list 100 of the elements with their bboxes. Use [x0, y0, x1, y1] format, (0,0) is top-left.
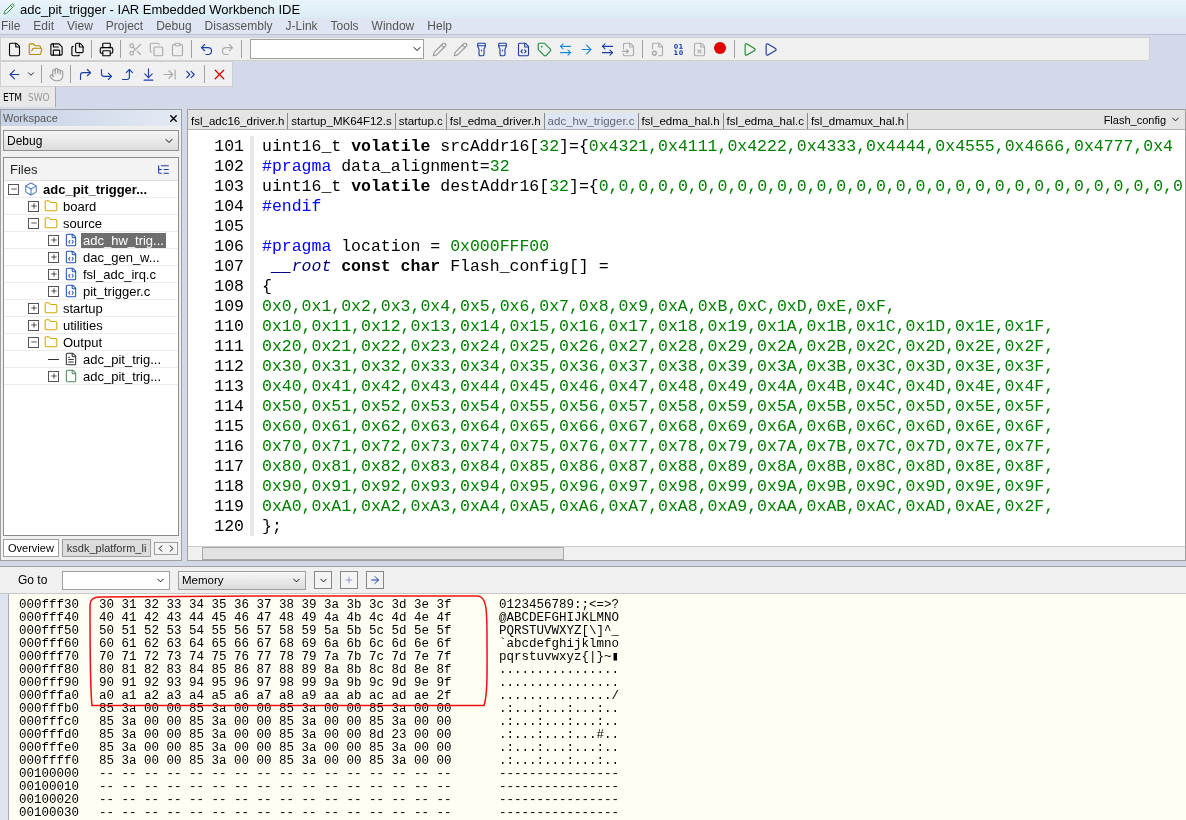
file-tab[interactable]: fsl_adc16_driver.h — [188, 113, 289, 129]
line-number: 116 — [213, 436, 245, 456]
line-number: 118 — [213, 476, 245, 496]
file-tab[interactable]: startup_MK64F12.s — [288, 113, 396, 129]
file-icon — [63, 249, 78, 265]
tree-item[interactable]: utilities — [61, 317, 105, 333]
collapse-icon[interactable] — [28, 336, 39, 348]
goto-field[interactable] — [62, 570, 170, 590]
tab-scroll-arrows[interactable] — [154, 541, 179, 555]
menu-item[interactable]: Project — [104, 19, 152, 33]
app-icon — [2, 2, 16, 16]
code-line: 0x50,0x51,0x52,0x53,0x54,0x55,0x56,0x57,0x58,0x59,0x5A,0x5B,0x5C,0x5D,0x5E,0x5F, — [262, 396, 1055, 416]
tree-item[interactable]: adc_pit_trigger... — [41, 181, 150, 197]
code-line: }; — [262, 516, 282, 536]
memory-zone-select[interactable]: Memory — [178, 570, 306, 590]
folder-icon — [43, 300, 58, 316]
scrollbar-thumb[interactable] — [202, 547, 564, 560]
file-tab[interactable]: startup.c — [395, 113, 447, 129]
code-line: { — [262, 276, 272, 296]
search-combobox[interactable] — [250, 39, 424, 59]
expand-icon[interactable] — [48, 251, 59, 263]
folder-icon — [43, 215, 58, 231]
menu-item[interactable]: Edit — [32, 19, 63, 33]
menu-item[interactable]: File — [0, 19, 29, 33]
tree-item[interactable]: source — [61, 215, 105, 231]
memory-ascii: `abcdefghijklmno — [499, 638, 620, 651]
memory-ascii: .:...:...:...#.. — [499, 729, 620, 742]
close-icon[interactable] — [167, 112, 179, 124]
workspace-tab[interactable]: ksdk_platform_li — [61, 539, 152, 557]
menu-item[interactable]: View — [66, 19, 101, 33]
memory-address: 000fffb0 — [19, 703, 80, 716]
printer-icon[interactable] — [97, 40, 115, 58]
memory-ascii: .............../ — [499, 690, 620, 703]
file-icon — [63, 232, 78, 248]
trace-tab[interactable]: ETM — [0, 91, 25, 103]
menu-item[interactable]: Disassembly — [203, 19, 281, 33]
menu-item[interactable]: Help — [426, 19, 460, 33]
pane-title: Workspace — [3, 112, 58, 124]
expand-icon[interactable] — [28, 200, 39, 212]
file-tab[interactable]: fsl_edma_driver.h — [446, 113, 545, 129]
line-number: 111 — [213, 336, 245, 356]
tree-item[interactable]: board — [61, 198, 99, 214]
file-icon — [63, 283, 78, 299]
file-tab[interactable]: adc_hw_trigger.c — [544, 113, 639, 129]
tag-icon[interactable] — [535, 40, 553, 58]
code-line: 0x0,0x1,0x2,0x3,0x4,0x5,0x6,0x7,0x8,0x9,0xA,0xB,0xC,0xD,0xE,0xF, — [262, 296, 896, 316]
dropdown-button[interactable] — [314, 571, 332, 589]
menu-item[interactable]: Tools — [329, 19, 367, 33]
memory-bytes: 30 31 32 33 34 35 36 37 38 39 3a 3b 3c 3d 3e 3f — [99, 599, 453, 612]
memory-ascii: ---------------- — [499, 768, 620, 781]
file-tab[interactable]: fsl_dmamux_hal.h — [807, 113, 909, 129]
memory-bytes: 85 3a 00 00 85 3a 00 00 85 3a 00 00 85 3a 00 00 — [99, 716, 453, 729]
menu-item[interactable]: J-Link — [284, 19, 326, 33]
expand-icon[interactable] — [48, 234, 59, 246]
tree-item[interactable]: fsl_adc_irq.c — [81, 266, 158, 282]
file-icon — [63, 368, 78, 384]
tree-item[interactable]: adc_hw_trig... — [81, 232, 166, 248]
tree-item[interactable]: startup — [61, 300, 105, 316]
save-all-icon[interactable] — [68, 40, 86, 58]
save-icon[interactable] — [47, 40, 65, 58]
memory-ascii: ---------------- — [499, 781, 620, 794]
workspace-tab[interactable]: Overview — [3, 539, 59, 557]
tree-item[interactable]: pit_trigger.c — [81, 283, 153, 299]
expand-icon[interactable] — [28, 319, 39, 331]
file-tab[interactable]: fsl_edma_hal.h — [638, 113, 724, 129]
configuration-select[interactable]: Debug — [3, 130, 179, 151]
menu-item[interactable]: Debug — [155, 19, 200, 33]
tree-item[interactable]: adc_pit_trig... — [81, 351, 164, 367]
memory-address: 000fff50 — [19, 625, 80, 638]
memory-address: 00100000 — [19, 768, 80, 781]
expand-icon[interactable] — [48, 285, 59, 297]
function-list[interactable]: Flash_config — [1103, 113, 1185, 126]
line-number: 120 — [213, 516, 245, 536]
line-number: 107 — [213, 256, 245, 276]
collapse-icon[interactable] — [28, 217, 39, 229]
tree-item[interactable]: dac_gen_w... — [81, 249, 162, 265]
arrow-right-icon[interactable] — [366, 571, 384, 589]
memory-address: 00100020 — [19, 794, 80, 807]
code-line: #pragma location = 0x000FFF00 — [262, 236, 550, 256]
code-line: 0x90,0x91,0x92,0x93,0x94,0x95,0x96,0x97,0x98,0x99,0x9A,0x9B,0x9C,0x9D,0x9E,0x9F, — [262, 476, 1055, 496]
line-number: 109 — [213, 296, 245, 316]
expand-icon[interactable] — [48, 370, 59, 382]
expand-icon[interactable] — [48, 268, 59, 280]
memory-bytes: 80 81 82 83 84 85 86 87 88 89 8a 8b 8c 8d 8e 8f — [99, 664, 453, 677]
menu-item[interactable]: Window — [370, 19, 423, 33]
collapse-icon[interactable] — [8, 183, 19, 195]
file-input-icon[interactable] — [619, 40, 637, 58]
memory-ascii: .:...:...:...:.. — [499, 755, 620, 768]
memory-ascii: ................ — [499, 677, 620, 690]
memory-address: 000fff30 — [19, 599, 80, 612]
file-tab[interactable]: fsl_edma_hal.c — [723, 113, 808, 129]
tree-item[interactable]: Output — [61, 334, 105, 350]
code-line: 0x20,0x21,0x22,0x23,0x24,0x25,0x26,0x27,0x28,0x29,0x2A,0x2B,0x2C,0x2D,0x2E,0x2F, — [262, 336, 1055, 356]
tree-item[interactable]: adc_pit_trig... — [81, 368, 164, 384]
line-number: 106 — [213, 236, 245, 256]
code-line: __root const char Flash_config[] = — [269, 256, 609, 276]
code-line: uint16_t volatile destAddr16[32]={0,0,0,0,0,0,0,0,0,0,0,0,0,0,0,0,0,0,0,0,0,0,0,0,0,0,0,0,0,0, — [262, 176, 1185, 196]
line-number: 113 — [213, 376, 245, 396]
expand-icon[interactable] — [28, 302, 39, 314]
folder-icon — [43, 198, 58, 214]
